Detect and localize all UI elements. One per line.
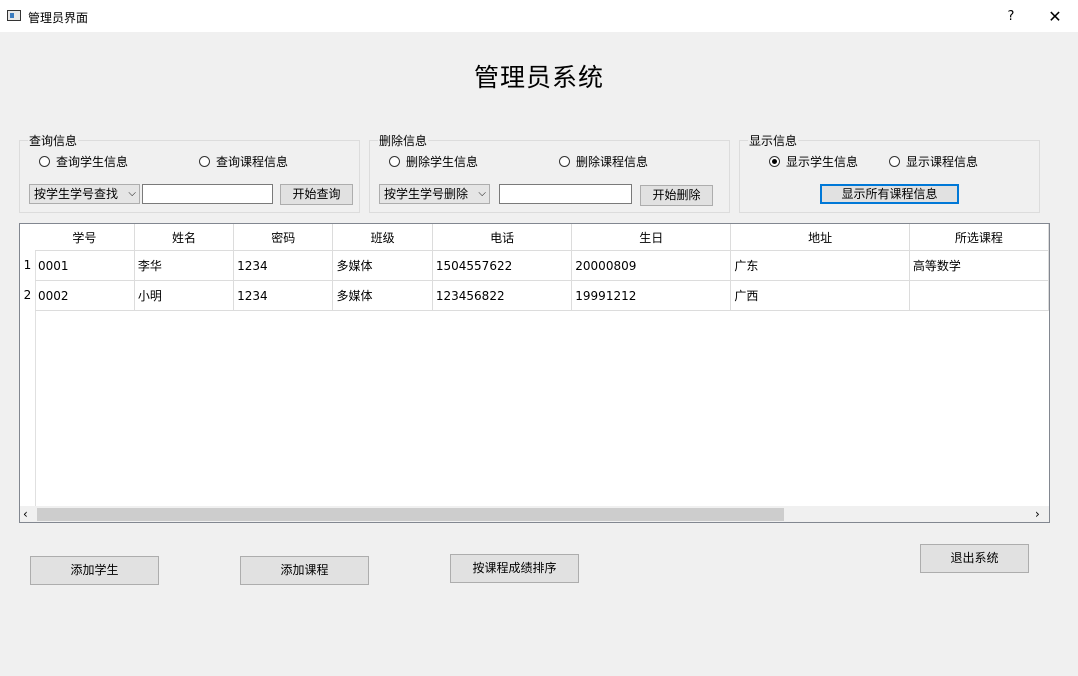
- scroll-left-icon[interactable]: ‹: [23, 506, 28, 522]
- page-title: 管理员系统: [473, 63, 604, 92]
- table-cell[interactable]: 多媒体: [332, 280, 433, 311]
- delete-mode-value: 按学生学号删除: [384, 187, 469, 201]
- app-icon: [7, 10, 21, 21]
- window-title: 管理员界面: [28, 11, 89, 25]
- display-student-radio[interactable]: 显示学生信息: [769, 153, 858, 170]
- query-student-radio[interactable]: 查询学生信息: [39, 153, 128, 170]
- table-cell[interactable]: 19991212: [571, 280, 732, 311]
- column-header[interactable]: 密码: [233, 224, 334, 251]
- radio-circle-icon: [389, 156, 400, 167]
- delete-mode-select[interactable]: 按学生学号删除 ⌵: [379, 184, 490, 204]
- column-header[interactable]: 学号: [35, 224, 135, 251]
- column-header[interactable]: 电话: [432, 224, 573, 251]
- chevron-down-icon: ⌵: [478, 188, 486, 199]
- display-group-legend: 显示信息: [749, 134, 798, 148]
- add-student-button[interactable]: 添加学生: [30, 556, 159, 585]
- chevron-down-icon: ⌵: [128, 188, 136, 199]
- table-cell[interactable]: 广东: [730, 250, 910, 281]
- radio-circle-icon: [199, 156, 210, 167]
- table-cell[interactable]: 广西: [730, 280, 910, 311]
- column-header[interactable]: 班级: [332, 224, 433, 251]
- query-group-legend: 查询信息: [29, 134, 78, 148]
- radio-circle-icon: [39, 156, 50, 167]
- start-query-button[interactable]: 开始查询: [280, 184, 353, 205]
- table-cell[interactable]: 高等数学: [909, 250, 1049, 281]
- student-table[interactable]: 1 2 学号 姓名 密码 班级 电话 生日 地址 所选课程 0001 李华 12…: [19, 223, 1050, 523]
- delete-course-radio[interactable]: 删除课程信息: [559, 153, 648, 170]
- table-cell[interactable]: 李华: [134, 250, 235, 281]
- query-student-label: 查询学生信息: [56, 155, 129, 169]
- delete-course-label: 删除课程信息: [576, 155, 649, 169]
- table-cell[interactable]: 多媒体: [332, 250, 433, 281]
- column-header[interactable]: 姓名: [134, 224, 235, 251]
- query-mode-value: 按学生学号查找: [34, 187, 119, 201]
- table-cell[interactable]: 小明: [134, 280, 235, 311]
- sort-by-score-button[interactable]: 按课程成绩排序: [450, 554, 579, 583]
- column-header[interactable]: 所选课程: [909, 224, 1049, 251]
- table-cell[interactable]: 1234: [233, 250, 334, 281]
- display-course-label: 显示课程信息: [906, 155, 979, 169]
- query-mode-select[interactable]: 按学生学号查找 ⌵: [29, 184, 140, 204]
- row-header: 1 2: [20, 224, 36, 508]
- start-delete-button[interactable]: 开始删除: [640, 185, 713, 206]
- column-header[interactable]: 地址: [730, 224, 910, 251]
- table-cell[interactable]: 0002: [35, 280, 135, 311]
- title-bar: 管理员界面 ? ✕: [0, 0, 1078, 32]
- table-row[interactable]: 0002 小明 1234 多媒体 123456822 19991212 广西: [35, 280, 1049, 311]
- table-cell[interactable]: 1234: [233, 280, 334, 311]
- radio-selected-icon: [769, 156, 780, 167]
- query-course-radio[interactable]: 查询课程信息: [199, 153, 288, 170]
- show-all-courses-button[interactable]: 显示所有课程信息: [820, 184, 959, 204]
- table-row[interactable]: 0001 李华 1234 多媒体 1504557622 20000809 广东 …: [35, 250, 1049, 281]
- table-cell[interactable]: 1504557622: [432, 250, 573, 281]
- delete-student-label: 删除学生信息: [406, 155, 479, 169]
- exit-system-button[interactable]: 退出系统: [920, 544, 1029, 573]
- delete-input[interactable]: [499, 184, 632, 204]
- horizontal-scrollbar[interactable]: ‹ ›: [20, 506, 1049, 522]
- table-header-row: 学号 姓名 密码 班级 电话 生日 地址 所选课程: [35, 224, 1049, 251]
- table-cell[interactable]: 20000809: [571, 250, 732, 281]
- table-cell[interactable]: [909, 280, 1049, 311]
- row-number: 1: [23, 258, 32, 272]
- scroll-right-icon[interactable]: ›: [1035, 506, 1040, 522]
- display-course-radio[interactable]: 显示课程信息: [889, 153, 978, 170]
- table-grid: 学号 姓名 密码 班级 电话 生日 地址 所选课程 0001 李华 1234 多…: [35, 224, 1049, 311]
- row-number: 2: [23, 288, 32, 302]
- query-input[interactable]: [142, 184, 273, 204]
- help-button[interactable]: ?: [1000, 6, 1022, 28]
- radio-circle-icon: [559, 156, 570, 167]
- column-header[interactable]: 生日: [571, 224, 732, 251]
- delete-student-radio[interactable]: 删除学生信息: [389, 153, 478, 170]
- table-cell[interactable]: 123456822: [432, 280, 573, 311]
- radio-circle-icon: [889, 156, 900, 167]
- display-student-label: 显示学生信息: [786, 155, 859, 169]
- close-button[interactable]: ✕: [1044, 6, 1066, 28]
- query-course-label: 查询课程信息: [216, 155, 289, 169]
- scrollbar-thumb[interactable]: [37, 508, 784, 521]
- add-course-button[interactable]: 添加课程: [240, 556, 369, 585]
- table-cell[interactable]: 0001: [35, 250, 135, 281]
- delete-group-legend: 删除信息: [379, 134, 428, 148]
